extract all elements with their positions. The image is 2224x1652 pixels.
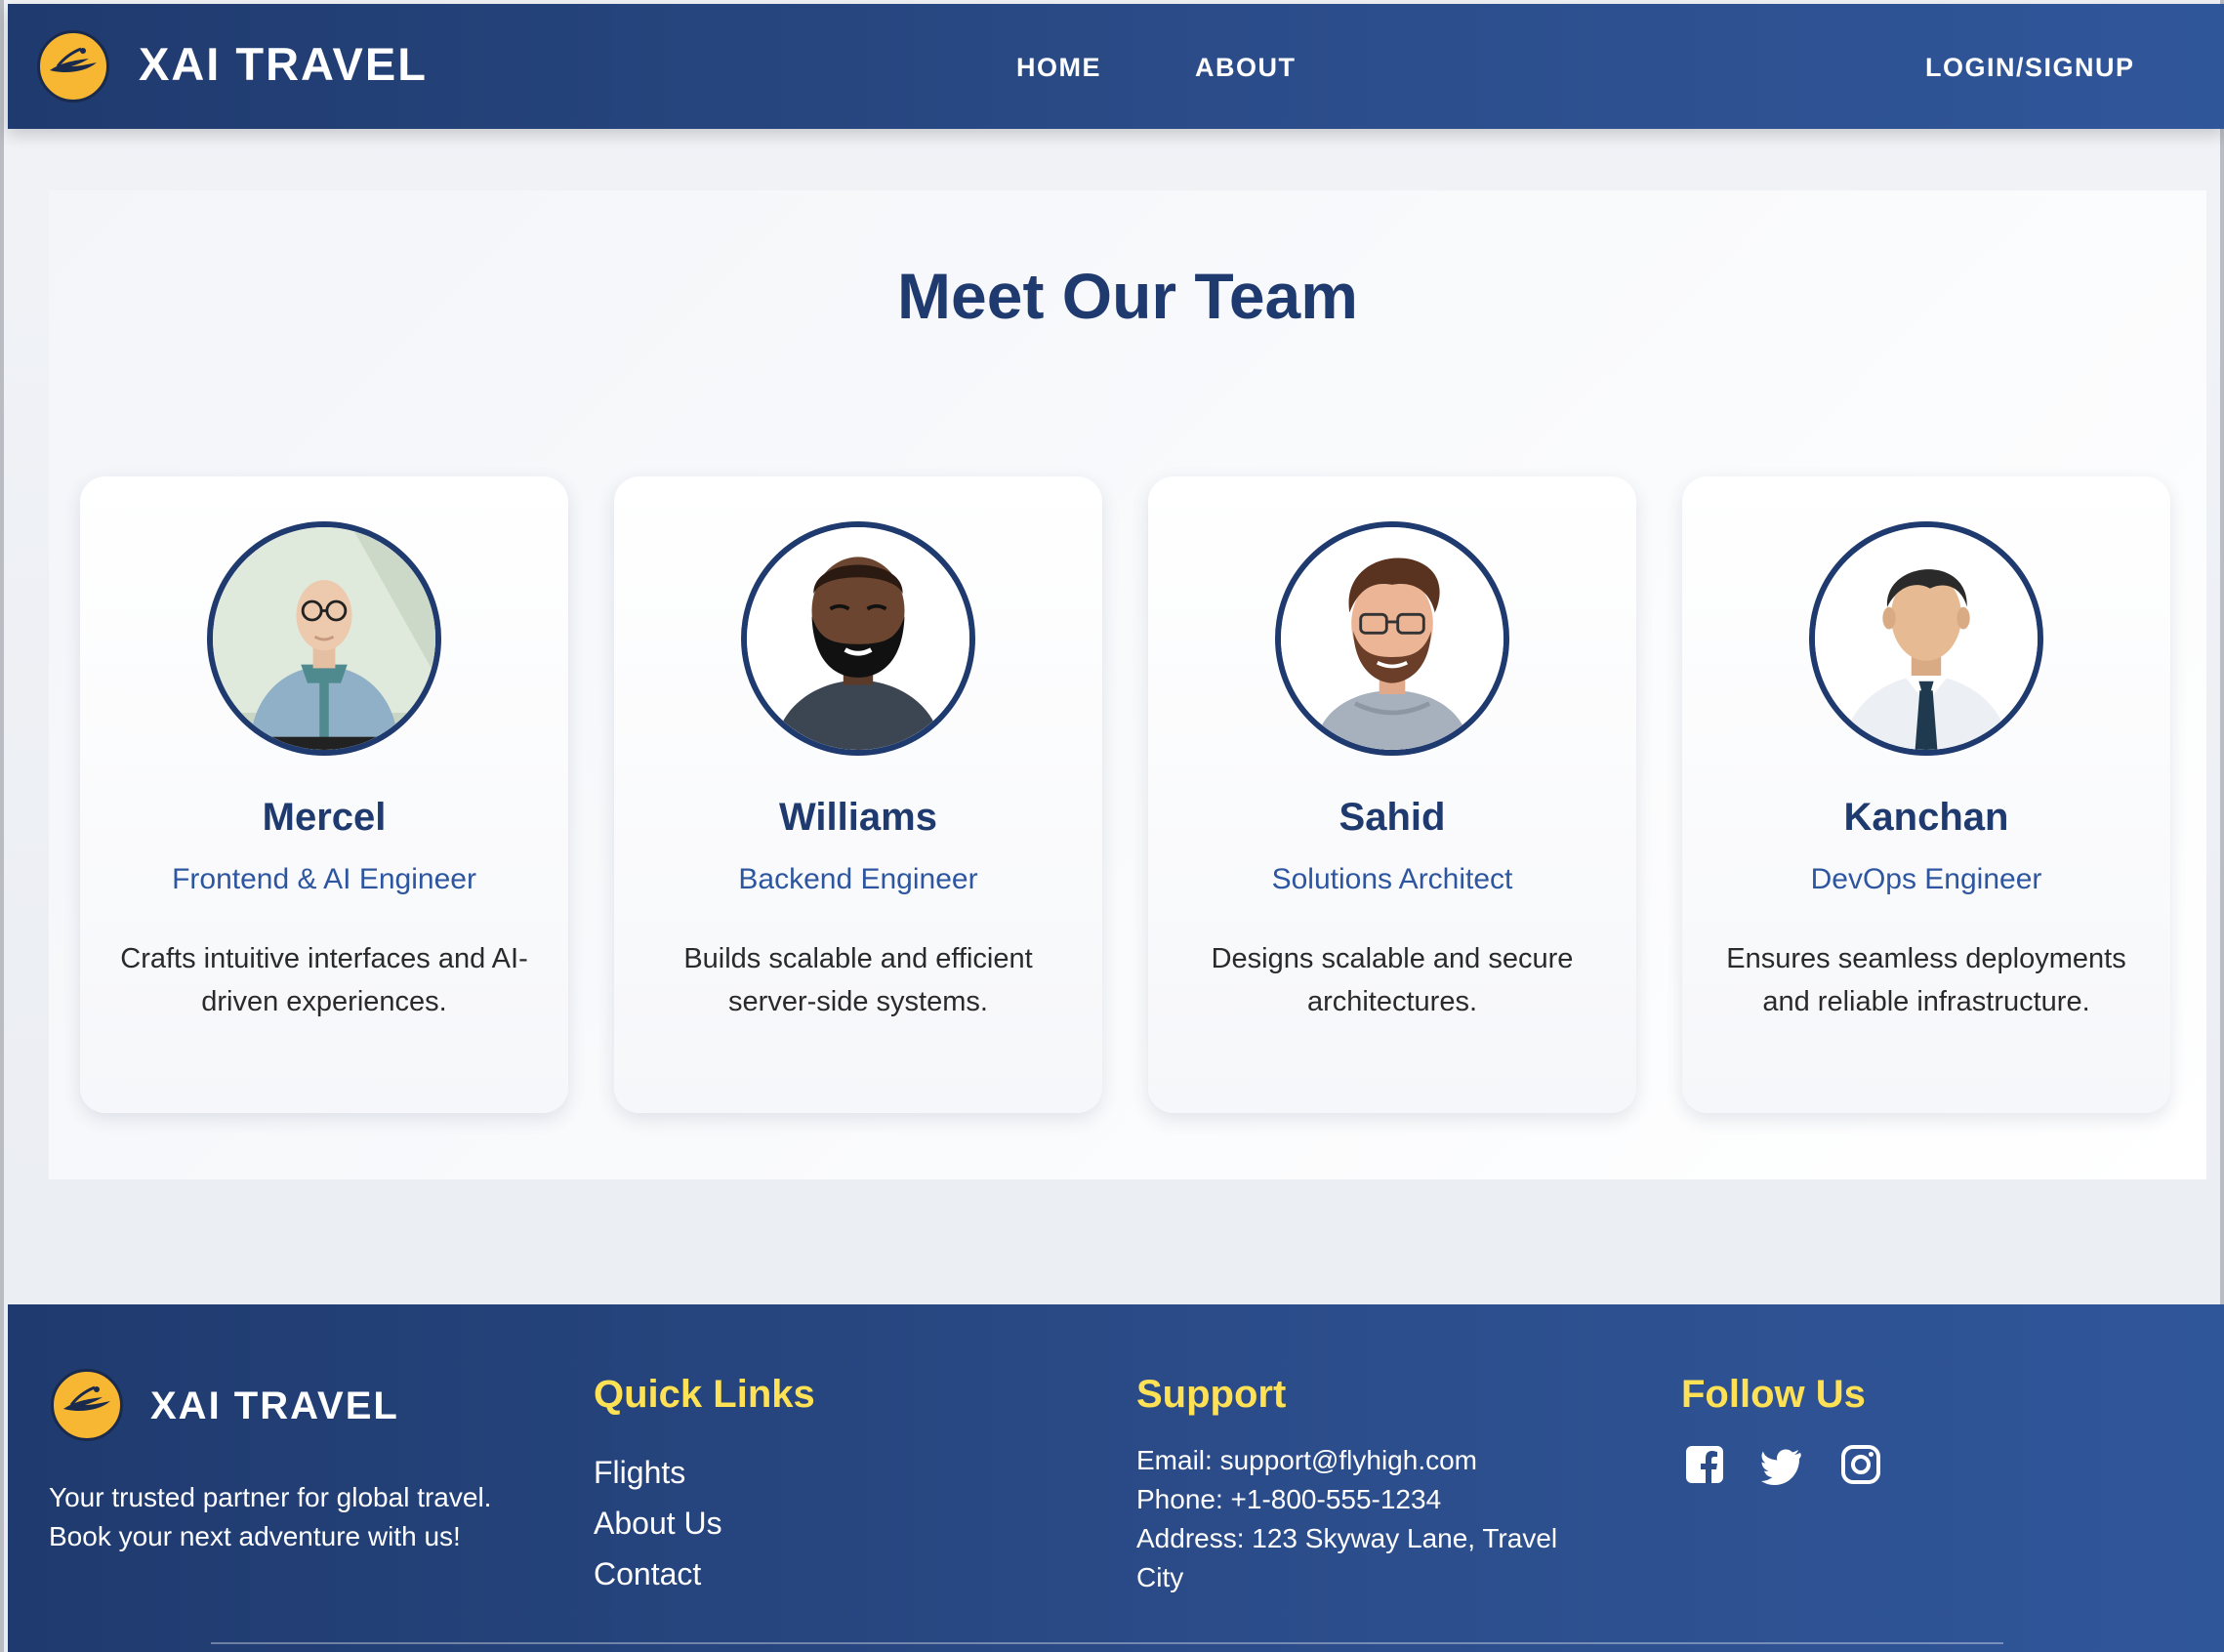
- member-description: Crafts intuitive interfaces and AI-drive…: [120, 943, 528, 1017]
- avatar: [1809, 521, 2043, 756]
- member-name: Mercel: [262, 796, 387, 839]
- instagram-icon[interactable]: [1839, 1443, 1882, 1486]
- member-description: Designs scalable and secure architecture…: [1211, 943, 1574, 1017]
- avatar: [1275, 521, 1509, 756]
- team-title: Meet Our Team: [897, 260, 1358, 332]
- site-footer: XAI TRAVEL Your trusted partner for glob…: [8, 1304, 2224, 1652]
- footer-brand-logo: [51, 1369, 123, 1441]
- follow-us-heading: Follow Us: [1681, 1373, 1866, 1416]
- login-signup-link[interactable]: LOGIN/SIGNUP: [1925, 53, 2135, 83]
- team-card-sahid: Sahid Solutions Architect Designs scalab…: [1148, 476, 1636, 1113]
- top-navbar: XAI TRAVEL HOME ABOUT LOGIN/SIGNUP: [8, 4, 2224, 129]
- brand-name[interactable]: XAI TRAVEL: [139, 37, 428, 91]
- support-phone[interactable]: Phone: +1-800-555-1234: [1136, 1480, 1586, 1519]
- member-name: Sahid: [1339, 796, 1446, 839]
- member-description: Builds scalable and efficient server-sid…: [683, 943, 1033, 1017]
- member-role: Solutions Architect: [1271, 863, 1513, 895]
- crane-logo-icon: [37, 30, 109, 103]
- footer-divider: [211, 1642, 2003, 1644]
- nav-about-link[interactable]: ABOUT: [1195, 53, 1297, 83]
- member-name: Kanchan: [1843, 796, 2009, 839]
- support-heading: Support: [1136, 1373, 1287, 1416]
- footer-link-about-us[interactable]: About Us: [594, 1498, 722, 1549]
- avatar-kanchan-icon: [1815, 527, 2038, 750]
- team-section: Meet Our Team Mercel Frontend & AI Engin…: [49, 190, 2206, 1179]
- member-description: Ensures seamless deployments and reliabl…: [1726, 943, 2126, 1017]
- crane-logo-icon: [51, 1369, 123, 1441]
- footer-tagline: Your trusted partner for global travel. …: [49, 1482, 492, 1551]
- avatar-williams-icon: [747, 527, 969, 750]
- support-address: Address: 123 Skyway Lane, Travel City: [1136, 1523, 1558, 1592]
- team-card-mercel: Mercel Frontend & AI Engineer Crafts int…: [80, 476, 568, 1113]
- avatar: [207, 521, 441, 756]
- footer-link-contact[interactable]: Contact: [594, 1549, 722, 1599]
- facebook-icon[interactable]: [1683, 1443, 1726, 1486]
- avatar-sahid-icon: [1281, 527, 1503, 750]
- brand-logo[interactable]: [37, 30, 109, 103]
- nav-home-link[interactable]: HOME: [1016, 53, 1101, 83]
- member-role: DevOps Engineer: [1810, 863, 2042, 895]
- page-frame: XAI TRAVEL HOME ABOUT LOGIN/SIGNUP Meet …: [0, 0, 2224, 1652]
- avatar: [741, 521, 975, 756]
- avatar-mercel-icon: [213, 527, 435, 750]
- footer-brand-name: XAI TRAVEL: [150, 1384, 399, 1427]
- team-card-williams: Williams Backend Engineer Builds scalabl…: [614, 476, 1102, 1113]
- support-info: Email: support@flyhigh.com Phone: +1-800…: [1136, 1441, 1586, 1597]
- social-links: [1683, 1443, 1882, 1486]
- footer-link-flights[interactable]: Flights: [594, 1447, 722, 1498]
- twitter-icon[interactable]: [1761, 1443, 1804, 1486]
- member-role: Backend Engineer: [738, 863, 978, 895]
- quick-links-heading: Quick Links: [594, 1373, 815, 1416]
- member-name: Williams: [779, 796, 937, 839]
- quick-links-list: Flights About Us Contact: [594, 1447, 722, 1599]
- nav-links: HOME ABOUT: [1016, 53, 1297, 83]
- member-role: Frontend & AI Engineer: [172, 863, 476, 895]
- team-card-kanchan: Kanchan DevOps Engineer Ensures seamless…: [1682, 476, 2170, 1113]
- support-email[interactable]: Email: support@flyhigh.com: [1136, 1441, 1586, 1480]
